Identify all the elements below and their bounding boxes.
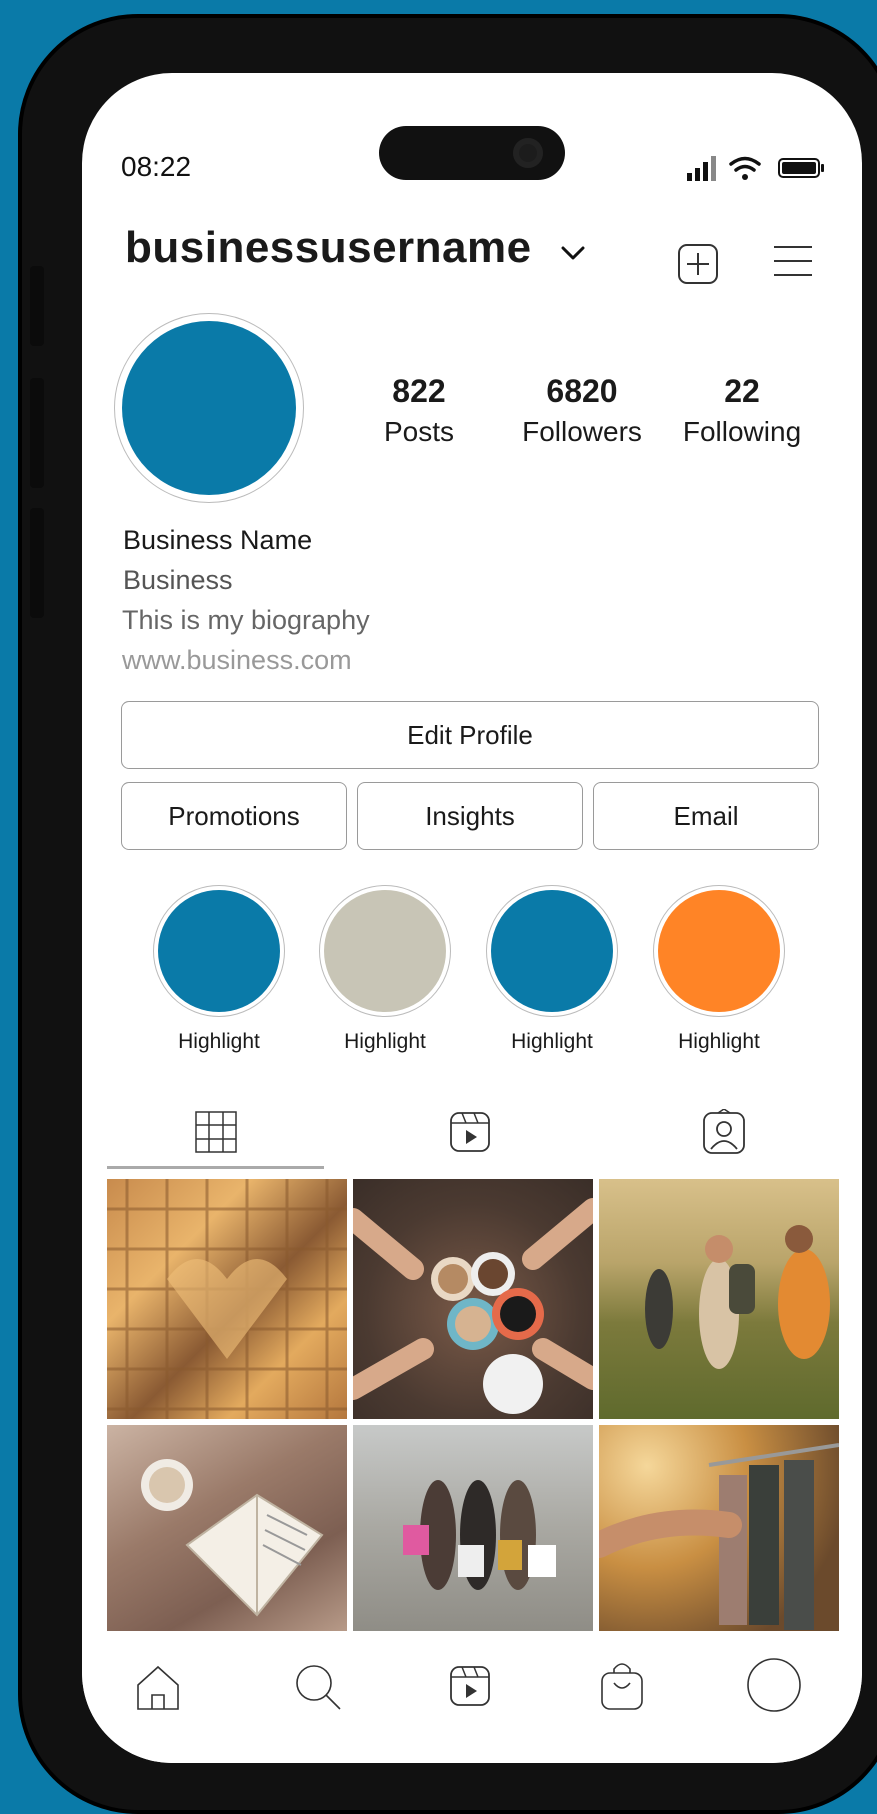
highlight-label: Highlight: [678, 1030, 760, 1053]
post-thumbnail[interactable]: [353, 1179, 593, 1419]
hikers-image: [645, 1225, 830, 1369]
book-mug-image: [141, 1459, 324, 1617]
clothing-rack-image: [599, 1443, 839, 1630]
post-thumbnail[interactable]: [599, 1425, 839, 1631]
followers-label: Followers: [522, 416, 642, 447]
side-button: [30, 266, 44, 346]
shop-icon[interactable]: [600, 1659, 644, 1711]
highlight-item[interactable]: Highlight: [653, 885, 813, 1065]
waffles-image: [107, 1179, 347, 1419]
post-thumbnail[interactable]: [353, 1425, 593, 1631]
side-button: [30, 378, 44, 488]
following-label: Following: [682, 416, 802, 447]
post-thumbnail[interactable]: [599, 1179, 839, 1419]
status-icons: [687, 156, 824, 181]
highlight-cover: [158, 890, 280, 1012]
account-username[interactable]: businessusername: [125, 223, 532, 273]
profile-icon[interactable]: [746, 1657, 802, 1713]
website-link[interactable]: www.business.com: [122, 645, 352, 676]
business-category: Business: [123, 565, 233, 595]
post-thumbnail[interactable]: [107, 1425, 347, 1631]
business-name: Business Name: [123, 525, 313, 555]
stat-followers[interactable]: 6820 Followers: [502, 373, 662, 448]
phone-frame: 08:22 businessusername 822 Posts 6820 Fo…: [18, 14, 877, 1814]
bottom-nav: [82, 1641, 862, 1763]
shopping-image: [403, 1480, 556, 1590]
wifi-icon: [729, 156, 761, 180]
highlight-cover: [491, 890, 613, 1012]
reels-icon[interactable]: [449, 1111, 491, 1153]
battery-icon: [778, 158, 824, 178]
signal-icon: [687, 156, 716, 181]
bio-text: This is my biography: [122, 605, 370, 635]
edit-profile-button[interactable]: Edit Profile: [121, 701, 819, 769]
highlight-cover: [324, 890, 446, 1012]
followers-count: 6820: [546, 373, 618, 409]
new-post-icon[interactable]: [677, 243, 719, 285]
side-button: [30, 508, 44, 618]
home-icon[interactable]: [134, 1663, 182, 1711]
highlight-label: Highlight: [511, 1030, 593, 1053]
email-button[interactable]: Email: [593, 782, 819, 850]
highlight-label: Highlight: [344, 1030, 426, 1053]
insights-button[interactable]: Insights: [357, 782, 583, 850]
tagged-icon[interactable]: [702, 1109, 746, 1155]
screen: 08:22 businessusername 822 Posts 6820 Fo…: [82, 73, 862, 1763]
search-icon[interactable]: [294, 1663, 342, 1711]
menu-icon[interactable]: [772, 243, 814, 279]
highlight-item[interactable]: Highlight: [319, 885, 479, 1065]
highlight-cover: [658, 890, 780, 1012]
highlight-item[interactable]: Highlight: [486, 885, 646, 1065]
stat-following[interactable]: 22 Following: [662, 373, 822, 448]
posts-count: 822: [392, 373, 446, 409]
active-tab-indicator: [107, 1166, 324, 1169]
following-count: 22: [724, 373, 760, 409]
dynamic-island: [379, 126, 565, 180]
avatar[interactable]: [122, 321, 296, 495]
highlight-label: Highlight: [178, 1030, 260, 1053]
status-time: 08:22: [121, 151, 192, 182]
chevron-down-icon[interactable]: [560, 243, 586, 263]
stat-posts[interactable]: 822 Posts: [354, 373, 484, 448]
highlight-item[interactable]: Highlight: [153, 885, 313, 1065]
promotions-button[interactable]: Promotions: [121, 782, 347, 850]
reels-icon[interactable]: [449, 1665, 491, 1707]
coffee-cups-image: [353, 1198, 593, 1414]
posts-label: Posts: [383, 416, 455, 447]
grid-icon[interactable]: [195, 1111, 237, 1153]
post-thumbnail[interactable]: [107, 1179, 347, 1419]
